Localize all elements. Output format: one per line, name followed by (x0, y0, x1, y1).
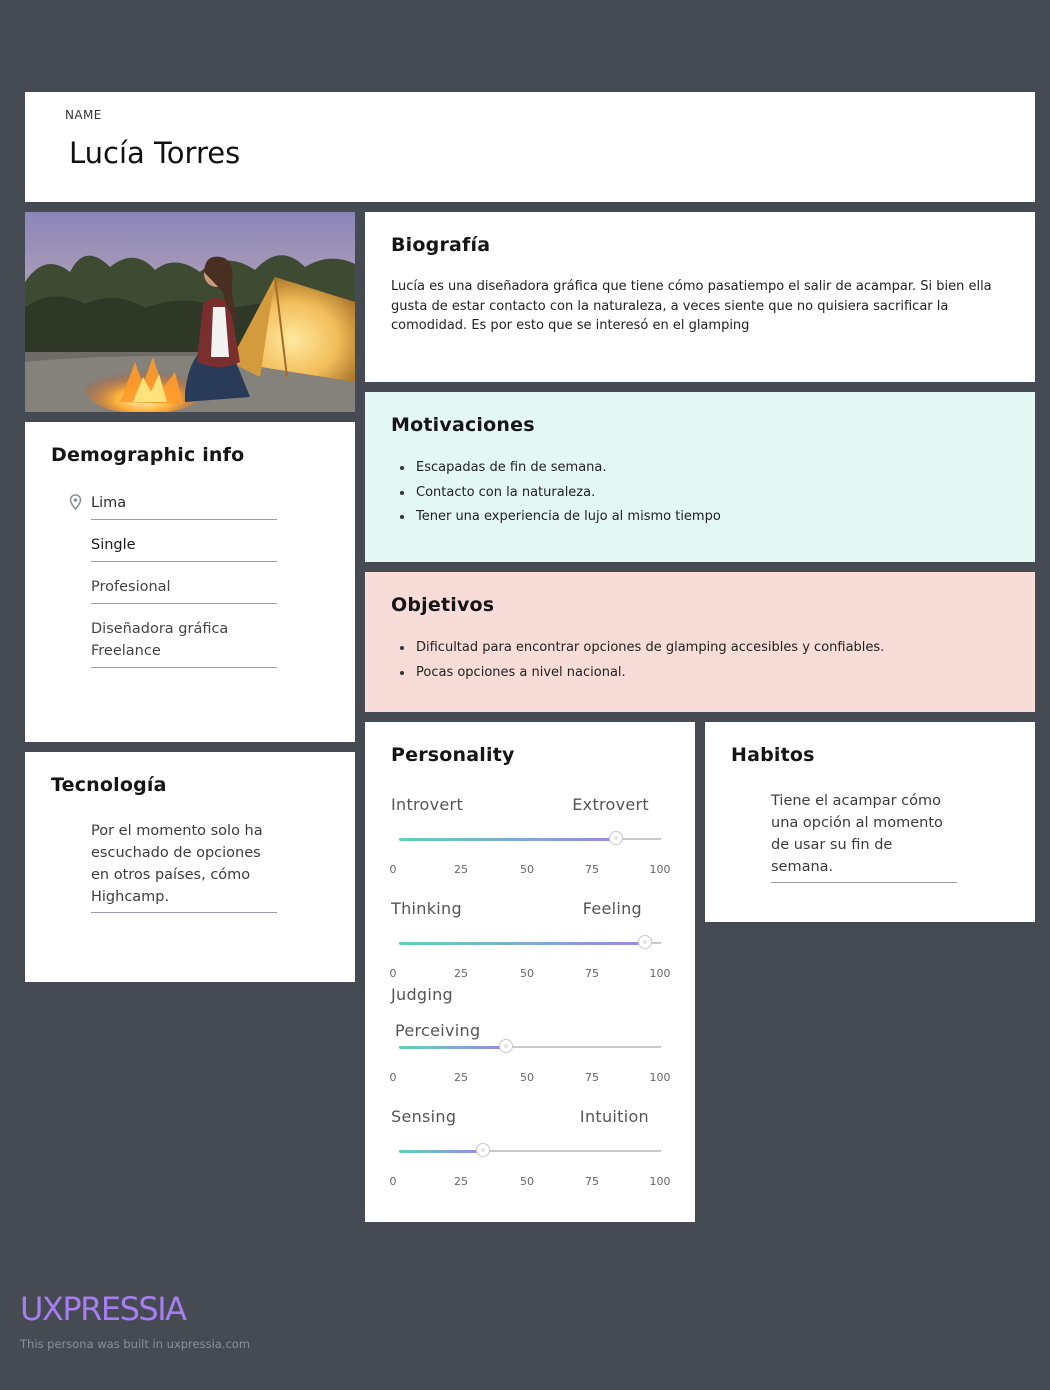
technology-text[interactable]: Por el momento solo ha escuchado de opci… (91, 820, 277, 913)
introvert-extrovert-slider[interactable] (399, 831, 661, 845)
biography-title: Biografía (391, 234, 491, 256)
list-item[interactable]: Escapadas de fin de semana. (391, 456, 721, 481)
judging-label: Judging (391, 985, 454, 1004)
tick-label: 50 (520, 967, 534, 980)
feeling-label: Feeling (582, 899, 642, 918)
demographic-card: Demographic info Lima Single Profesional… (25, 422, 355, 742)
tick-label: 75 (585, 863, 599, 876)
slider-fill (399, 837, 617, 841)
habits-text[interactable]: Tiene el acampar cómo una opción al mome… (771, 790, 957, 883)
motivations-title: Motivaciones (391, 414, 535, 436)
name-label: NAME (65, 108, 102, 122)
intuition-label: Intuition (579, 1107, 649, 1126)
slider-scale: 0 25 50 75 100 (389, 863, 673, 877)
sensing-label: Sensing (391, 1107, 457, 1126)
objectives-title: Objetivos (391, 594, 495, 616)
slider-scale: 0 25 50 75 100 (389, 1175, 673, 1189)
slider-fill (399, 941, 646, 945)
tick-label: 50 (520, 1175, 534, 1188)
thinking-feeling-slider[interactable] (399, 935, 661, 949)
tick-label: 100 (649, 1175, 671, 1188)
motivations-list: Escapadas de fin de semana. Contacto con… (391, 456, 721, 530)
occupation-line-2: Freelance (91, 643, 161, 659)
tick-label: 0 (389, 1071, 397, 1084)
education-field[interactable]: Profesional (91, 576, 277, 604)
slider-fill (399, 1045, 507, 1049)
objectives-card: Objetivos Dificultad para encontrar opci… (365, 572, 1035, 712)
tick-label: 100 (649, 1071, 671, 1084)
biography-card: Biografía Lucía es una diseñadora gráfic… (365, 212, 1035, 382)
name-card: NAME Lucía Torres (25, 92, 1035, 202)
thinking-label: Thinking (391, 899, 462, 918)
extrovert-label: Extrovert (572, 795, 649, 814)
tick-label: 25 (454, 967, 468, 980)
slider-scale: 0 25 50 75 100 (389, 1071, 673, 1085)
technology-title: Tecnología (51, 774, 167, 796)
introvert-label: Introvert (391, 795, 464, 814)
location-value: Lima (91, 495, 127, 511)
tick-label: 0 (389, 967, 397, 980)
persona-name[interactable]: Lucía Torres (69, 136, 240, 170)
biography-text[interactable]: Lucía es una diseñadora gráfica que tien… (391, 277, 1011, 336)
objectives-list: Dificultad para encontrar opciones de gl… (391, 636, 884, 685)
list-item[interactable]: Tener una experiencia de lujo al mismo t… (391, 505, 721, 530)
tick-label: 75 (585, 1175, 599, 1188)
location-field[interactable]: Lima (69, 492, 277, 520)
persona-photo[interactable] (25, 212, 355, 412)
technology-card: Tecnología Por el momento solo ha escuch… (25, 752, 355, 982)
tick-label: 100 (649, 967, 671, 980)
slider-fill (399, 1149, 483, 1153)
slider-handle[interactable] (609, 831, 624, 845)
tick-label: 50 (520, 863, 534, 876)
habits-card: Habitos Tiene el acampar cómo una opción… (705, 722, 1035, 922)
uxpressia-logo[interactable]: UXPRESSIA (20, 1290, 187, 1328)
list-item[interactable]: Pocas opciones a nivel nacional. (391, 661, 884, 686)
persona-photo-image (25, 212, 355, 412)
personality-title: Personality (391, 744, 515, 766)
occupation-line-1: Diseñadora gráfica (91, 621, 229, 637)
slider-scale: 0 25 50 75 100 (389, 967, 673, 981)
personality-card: Personality Introvert Extrovert 0 25 50 … (365, 722, 695, 1222)
status-field[interactable]: Single (91, 534, 277, 562)
slider-handle[interactable] (638, 935, 653, 949)
slider-handle[interactable] (499, 1039, 514, 1053)
perceiving-label: Perceiving (395, 1021, 481, 1040)
tick-label: 75 (585, 967, 599, 980)
list-item[interactable]: Contacto con la naturaleza. (391, 481, 721, 506)
list-item[interactable]: Dificultad para encontrar opciones de gl… (391, 636, 884, 661)
demographic-title: Demographic info (51, 444, 245, 466)
sensing-intuition-slider[interactable] (399, 1143, 661, 1157)
tick-label: 50 (520, 1071, 534, 1084)
habits-title: Habitos (731, 744, 815, 766)
judging-perceiving-slider[interactable] (399, 1039, 661, 1053)
occupation-field[interactable]: Diseñadora gráfica Freelance (91, 618, 277, 668)
slider-handle[interactable] (475, 1143, 490, 1157)
tick-label: 75 (585, 1071, 599, 1084)
footer-caption[interactable]: This persona was built in uxpressia.com (20, 1337, 250, 1351)
tick-label: 25 (454, 1071, 468, 1084)
tick-label: 0 (389, 1175, 397, 1188)
location-pin-icon (69, 494, 82, 517)
tick-label: 0 (389, 863, 397, 876)
tick-label: 25 (454, 1175, 468, 1188)
motivations-card: Motivaciones Escapadas de fin de semana.… (365, 392, 1035, 562)
tick-label: 25 (454, 863, 468, 876)
tick-label: 100 (649, 863, 671, 876)
